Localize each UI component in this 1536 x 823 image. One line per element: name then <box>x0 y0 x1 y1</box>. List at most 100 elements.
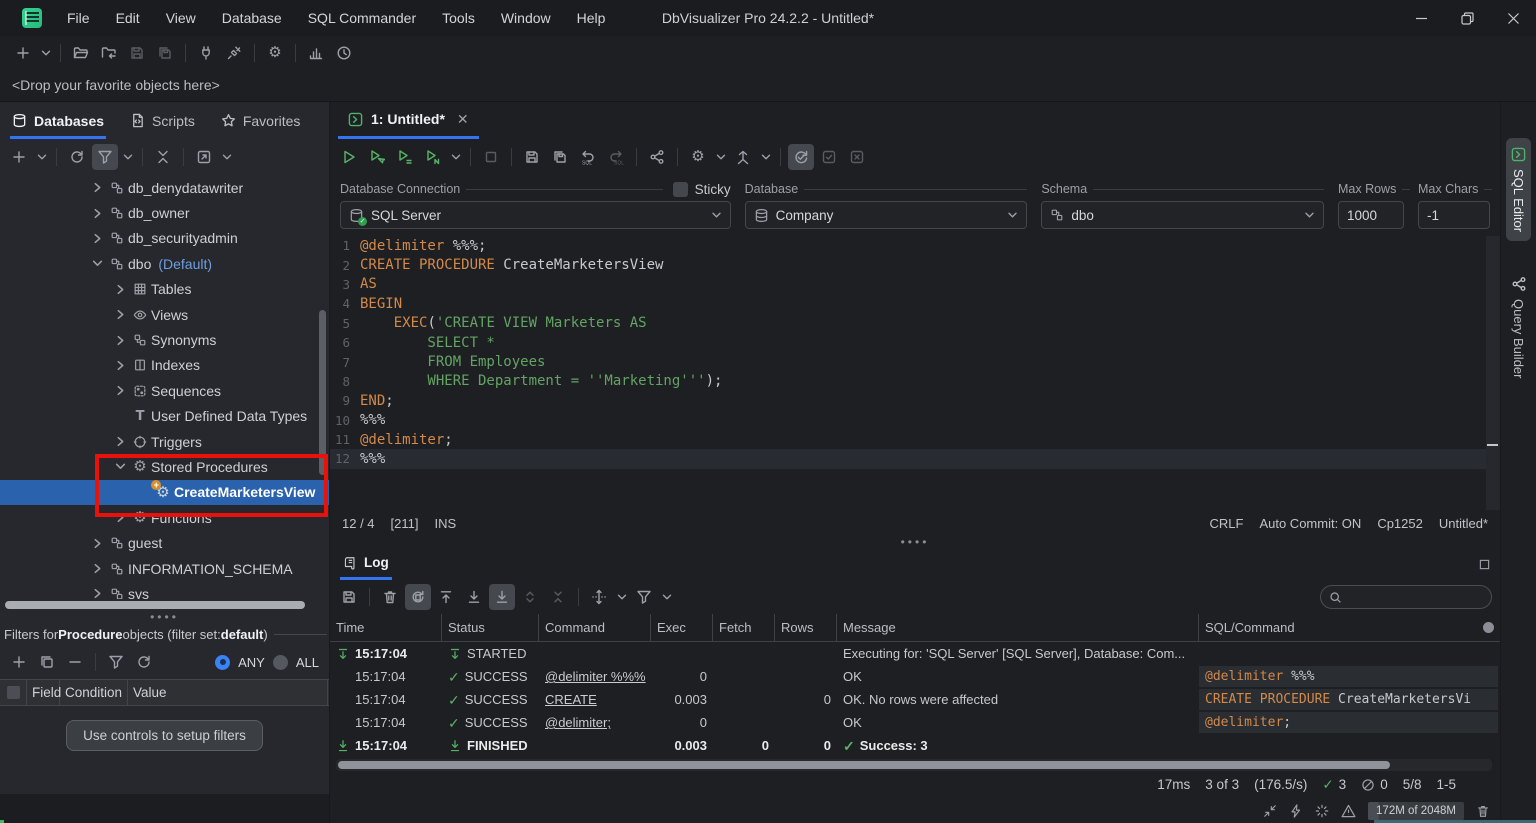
log-search[interactable] <box>1320 585 1492 609</box>
menu-help[interactable]: Help <box>566 6 617 30</box>
tree-item-synonyms[interactable]: Synonyms <box>0 327 329 352</box>
tool-properties-button[interactable]: ⚙ <box>262 40 288 66</box>
reload-filter-button[interactable] <box>131 649 157 675</box>
chevron-right-icon[interactable] <box>89 233 106 244</box>
tab-untitled[interactable]: 1: Untitled* ✕ <box>338 102 479 139</box>
scroll-to-bottom-button[interactable] <box>461 584 487 610</box>
save-sql-button[interactable] <box>519 144 545 170</box>
sidebar-tab-scripts[interactable]: Scripts <box>128 102 197 139</box>
log-column-command[interactable]: Command <box>539 614 651 641</box>
match-any-radio[interactable] <box>215 654 231 670</box>
log-horizontal-scrollbar[interactable] <box>336 759 1492 771</box>
chevron-right-icon[interactable] <box>89 208 106 219</box>
max-rows-input[interactable]: 1000 <box>1337 201 1404 229</box>
close-button[interactable] <box>1490 0 1536 36</box>
rollback-button[interactable] <box>844 144 870 170</box>
collapse-all-button[interactable] <box>150 144 176 170</box>
filter-objects-button[interactable] <box>92 144 118 170</box>
bolt-icon[interactable] <box>1289 803 1303 818</box>
save-button[interactable] <box>124 40 150 66</box>
chevron-right-icon[interactable] <box>89 588 106 599</box>
memory-indicator[interactable]: 172M of 2048M <box>1368 801 1464 820</box>
chevron-right-icon[interactable] <box>112 335 129 346</box>
tree-item-information-schema[interactable]: INFORMATION_SCHEMA <box>0 556 329 581</box>
execute-explain-button[interactable] <box>420 144 446 170</box>
log-row[interactable]: 15:17:04 ✓ SUCCESS @delimiter %%% 0 OK @delimi… <box>330 665 1500 688</box>
chevron-right-icon[interactable] <box>89 182 106 193</box>
expand-rows-button[interactable] <box>517 584 543 610</box>
log-column-rows[interactable]: Rows <box>775 614 837 641</box>
chevron-right-icon[interactable] <box>112 309 129 320</box>
save-sql-as-button[interactable] <box>547 144 573 170</box>
new-button[interactable] <box>10 40 36 66</box>
chevron-right-icon[interactable] <box>89 563 106 574</box>
tree-item-views[interactable]: Views <box>0 302 329 327</box>
chevron-down-icon[interactable] <box>112 462 129 471</box>
tree-item-tables[interactable]: Tables <box>0 277 329 302</box>
tree-item-sequences[interactable]: Sequences <box>0 378 329 403</box>
log-maximize-button[interactable] <box>1479 548 1490 580</box>
execute-buffer-button[interactable] <box>392 144 418 170</box>
menu-tools[interactable]: Tools <box>431 6 486 30</box>
apply-filter-button[interactable] <box>103 649 129 675</box>
chevron-right-icon[interactable] <box>89 538 106 549</box>
format-options-button[interactable] <box>758 144 773 170</box>
log-column-fetch[interactable]: Fetch <box>713 614 775 641</box>
save-all-button[interactable] <box>152 40 178 66</box>
tree-item-stored-procedures[interactable]: ⚙ Stored Procedures <box>0 454 329 479</box>
create-options-button[interactable] <box>34 144 49 170</box>
fit-options-button[interactable] <box>614 584 629 610</box>
log-column-message[interactable]: Message <box>837 614 1199 641</box>
command-link[interactable]: CREATE <box>545 692 597 707</box>
charts-button[interactable] <box>303 40 329 66</box>
warning-icon[interactable] <box>1341 804 1356 818</box>
tree-item-user-defined-data-types[interactable]: T User Defined Data Types <box>0 404 329 429</box>
tree-item-db-owner[interactable]: db_owner <box>0 200 329 225</box>
import-button[interactable] <box>96 40 122 66</box>
menu-sql-commander[interactable]: SQL Commander <box>297 6 427 30</box>
chevron-right-icon[interactable] <box>112 385 129 396</box>
add-filter-button[interactable] <box>6 649 32 675</box>
chevron-right-icon[interactable] <box>112 512 129 523</box>
log-row[interactable]: 15:17:04 STARTED Executing for: 'SQL Serve… <box>330 642 1500 665</box>
menu-database[interactable]: Database <box>211 6 293 30</box>
setup-filters-button[interactable]: Use controls to setup filters <box>66 720 263 751</box>
log-column-sql-command[interactable]: SQL/Command <box>1199 614 1500 641</box>
match-all-radio[interactable] <box>272 654 288 670</box>
query-builder-open-button[interactable] <box>644 144 670 170</box>
schema-select[interactable]: dbo <box>1041 201 1324 229</box>
redo-sql-button[interactable]: SQL <box>603 144 629 170</box>
tree-horizontal-scrollbar[interactable] <box>3 600 326 610</box>
filter-options-button[interactable] <box>120 144 135 170</box>
tail-log-button[interactable] <box>489 584 515 610</box>
log-row[interactable]: 15:17:04 FINISHED 0.003 0 0 ✓ Success: 3 <box>330 734 1500 757</box>
copy-filter-button[interactable] <box>34 649 60 675</box>
tree-vertical-scrollbar[interactable] <box>319 310 326 475</box>
collapse-window-icon[interactable] <box>1263 804 1277 818</box>
tree-item-db-securityadmin[interactable]: db_securityadmin <box>0 226 329 251</box>
restore-button[interactable] <box>1444 0 1490 36</box>
menu-window[interactable]: Window <box>490 6 562 30</box>
disconnect-button[interactable] <box>193 40 219 66</box>
history-button[interactable] <box>331 40 357 66</box>
fit-columns-button[interactable] <box>586 584 612 610</box>
remove-filter-button[interactable] <box>62 649 88 675</box>
tab-close-icon[interactable]: ✕ <box>457 111 469 128</box>
chevron-right-icon[interactable] <box>112 360 129 371</box>
connect-button[interactable] <box>221 40 247 66</box>
right-tab-query-builder[interactable]: Query Builder <box>1506 267 1532 387</box>
sidebar-tab-databases[interactable]: Databases <box>10 102 107 139</box>
format-sql-button[interactable] <box>730 144 756 170</box>
connection-select[interactable]: ✓ SQL Server <box>340 201 731 229</box>
clear-log-button[interactable] <box>377 584 403 610</box>
stop-button[interactable] <box>478 144 504 170</box>
auto-clear-log-button[interactable] <box>405 584 431 610</box>
editor-settings-options-button[interactable] <box>713 144 728 170</box>
sidebar-tab-favorites[interactable]: Favorites <box>219 102 303 139</box>
garbage-collect-icon[interactable] <box>1476 804 1490 818</box>
editor-settings-button[interactable]: ⚙ <box>685 144 711 170</box>
code-area[interactable]: 1 @delimiter %%%; 2 CREATE PROCEDURE Create… <box>330 236 1486 510</box>
filter-log-button[interactable] <box>631 584 657 610</box>
collapse-rows-button[interactable] <box>545 584 571 610</box>
tree-item-triggers[interactable]: Triggers <box>0 429 329 454</box>
